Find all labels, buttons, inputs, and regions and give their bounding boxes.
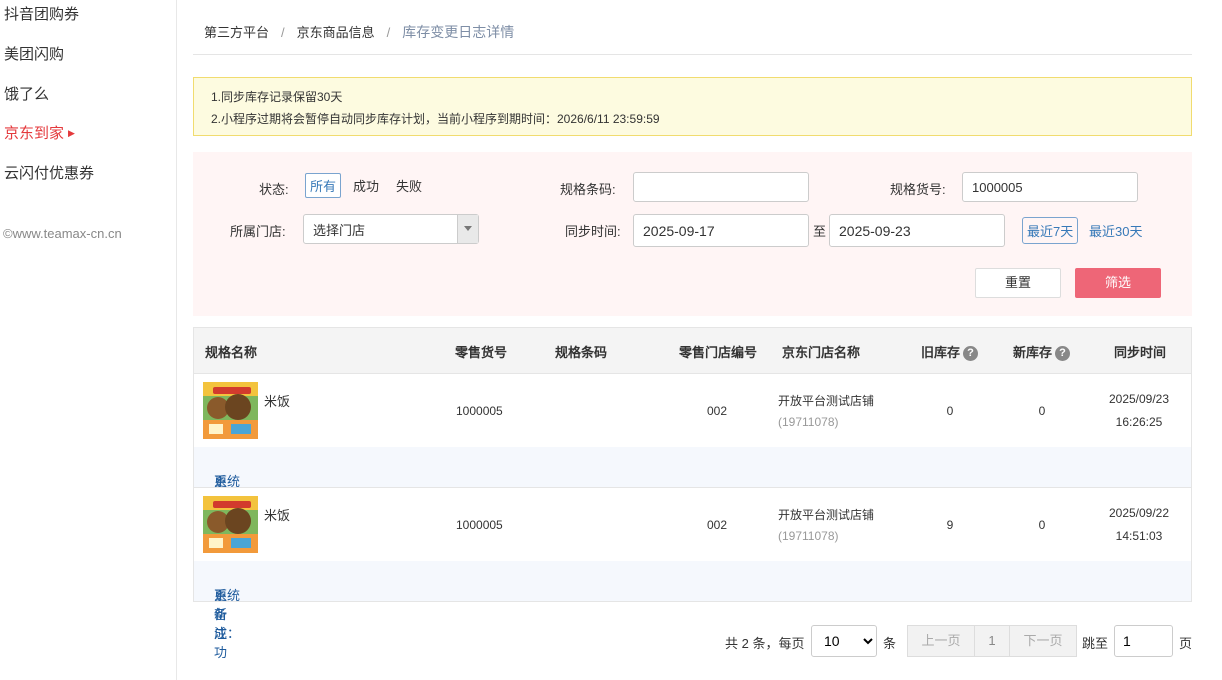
divider: [193, 54, 1192, 55]
product-image: [203, 496, 258, 553]
page-size-select[interactable]: 10: [811, 625, 877, 657]
status-option-failed[interactable]: 失败: [396, 176, 422, 195]
system-remark: 系统备注：更新成功: [194, 561, 1191, 660]
barcode-label: 规格条码:: [560, 182, 616, 197]
column-header-old-stock: 旧库存?: [921, 342, 979, 361]
spec-name: 米饭: [264, 508, 291, 523]
new-stock: 0: [1038, 518, 1046, 532]
notice-line: 2.小程序过期将会暂停自动同步库存计划，当前小程序到期时间：2026/6/11 …: [211, 112, 660, 126]
column-header-label: 旧库存: [921, 345, 961, 360]
notice-box: 1.同步库存记录保留30天 2.小程序过期将会暂停自动同步库存计划，当前小程序到…: [193, 77, 1192, 136]
notice-line: 1.同步库存记录保留30天: [211, 90, 343, 104]
jump-page-input[interactable]: [1114, 625, 1173, 657]
column-header-label: 新库存: [1013, 345, 1053, 360]
sku: 1000005: [456, 518, 503, 532]
status-label: 状态:: [259, 182, 289, 197]
old-stock: 0: [946, 404, 954, 418]
sidebar-item-douyin[interactable]: 抖音团购券: [4, 3, 79, 24]
breadcrumb-jd-goods[interactable]: 京东商品信息: [297, 25, 375, 40]
table-row: 米饭 1000005 002 开放平台测试店铺 (19711078) 0 0 2…: [194, 374, 1191, 447]
column-header: 零售货号: [455, 345, 508, 360]
sidebar-item-unionpay[interactable]: 云闪付优惠券: [4, 162, 94, 183]
caret-right-icon: ▶: [68, 128, 75, 138]
sync-date: 2025/09/22: [1108, 506, 1170, 520]
prev-page-button[interactable]: 上一页: [907, 625, 975, 657]
quick-last-30-days[interactable]: 最近30天: [1089, 221, 1142, 240]
reset-button[interactable]: 重置: [975, 268, 1061, 298]
sync-date: 2025/09/23: [1108, 392, 1170, 406]
spec-name: 米饭: [264, 394, 291, 409]
main-content: 第三方平台 / 京东商品信息 / 库存变更日志详情 1.同步库存记录保留30天 2.小程…: [193, 0, 1192, 680]
help-icon[interactable]: ?: [1055, 346, 1071, 361]
column-header: 规格条码: [555, 345, 608, 360]
sync-time: 16:26:25: [1115, 415, 1163, 429]
table-row: 米饭 1000005 002 开放平台测试店铺 (19711078) 9 0 2…: [194, 488, 1191, 561]
store-id: (19711078): [778, 529, 839, 543]
column-header: 规格名称: [205, 345, 258, 360]
column-header-new-stock: 新库存?: [1013, 342, 1071, 361]
table-header: 规格名称 零售货号 规格条码 零售门店编号 京东门店名称 旧库存? 新库存? 同…: [194, 328, 1191, 374]
sku-input[interactable]: [962, 172, 1138, 202]
next-page-button[interactable]: 下一页: [1009, 625, 1077, 657]
quick-last-7-days[interactable]: 最近7天: [1022, 217, 1079, 244]
pagination: 共 2 条，每页 10 条 上一页 1 下一页 跳至 页: [193, 625, 1192, 659]
date-from-input[interactable]: [633, 214, 809, 247]
breadcrumb-separator: /: [386, 25, 391, 40]
status-option-all[interactable]: 所有: [305, 173, 342, 198]
store-no: 002: [707, 518, 728, 532]
current-page[interactable]: 1: [974, 625, 1010, 657]
sidebar-item-label: 京东到家: [4, 125, 65, 142]
status-option-success[interactable]: 成功: [353, 176, 379, 195]
sync-time-label: 同步时间:: [565, 224, 621, 239]
sku: 1000005: [456, 404, 503, 418]
column-header: 京东门店名称: [782, 345, 861, 360]
sidebar: 抖音团购券 美团闪购 饿了么 京东到家 ▶ 云闪付优惠券 ©www.teamax-…: [0, 0, 177, 680]
sidebar-item-eleme[interactable]: 饿了么: [4, 83, 49, 104]
system-remark: 系统备注：更新成功: [194, 447, 1191, 546]
date-to-input[interactable]: [829, 214, 1005, 247]
store-name: 开放平台测试店铺: [778, 394, 875, 408]
chevron-down-icon: [457, 215, 478, 243]
store-id: (19711078): [778, 415, 839, 429]
date-range-separator: 至: [813, 224, 827, 239]
barcode-input[interactable]: [633, 172, 809, 202]
log-table: 规格名称 零售货号 规格条码 零售门店编号 京东门店名称 旧库存? 新库存? 同…: [193, 327, 1192, 660]
jump-label: 跳至: [1082, 636, 1109, 651]
store-select-value: 选择门店: [313, 223, 366, 238]
page-size-unit: 条: [883, 636, 897, 651]
filter-panel: 状态: 所有 成功 失败 规格条码: 规格货号: 所属门店: 选择门店 同步时间…: [193, 152, 1192, 316]
store-name: 开放平台测试店铺: [778, 508, 875, 522]
help-icon[interactable]: ?: [963, 346, 979, 361]
breadcrumb-separator: /: [281, 25, 285, 40]
sku-label: 规格货号:: [890, 182, 946, 197]
breadcrumb-third-party[interactable]: 第三方平台: [204, 25, 269, 40]
filter-button[interactable]: 筛选: [1075, 268, 1161, 298]
old-stock: 9: [946, 518, 954, 532]
sync-time: 14:51:03: [1115, 529, 1163, 543]
store-select[interactable]: 选择门店: [303, 214, 479, 244]
page-title: 库存变更日志详情: [402, 24, 515, 40]
new-stock: 0: [1038, 404, 1046, 418]
sidebar-item-jddj[interactable]: 京东到家 ▶: [4, 122, 75, 143]
column-header: 零售门店编号: [679, 345, 758, 360]
sidebar-item-meituan[interactable]: 美团闪购: [4, 43, 64, 64]
store-no: 002: [707, 404, 728, 418]
total-count: 共 2 条，每页: [725, 636, 805, 651]
store-label: 所属门店:: [230, 224, 286, 239]
column-header: 同步时间: [1114, 345, 1167, 360]
copyright: ©www.teamax-cn.cn: [3, 226, 122, 241]
breadcrumb: 第三方平台 / 京东商品信息 / 库存变更日志详情: [204, 22, 514, 42]
product-image: [203, 382, 258, 439]
page-unit: 页: [1179, 636, 1193, 651]
